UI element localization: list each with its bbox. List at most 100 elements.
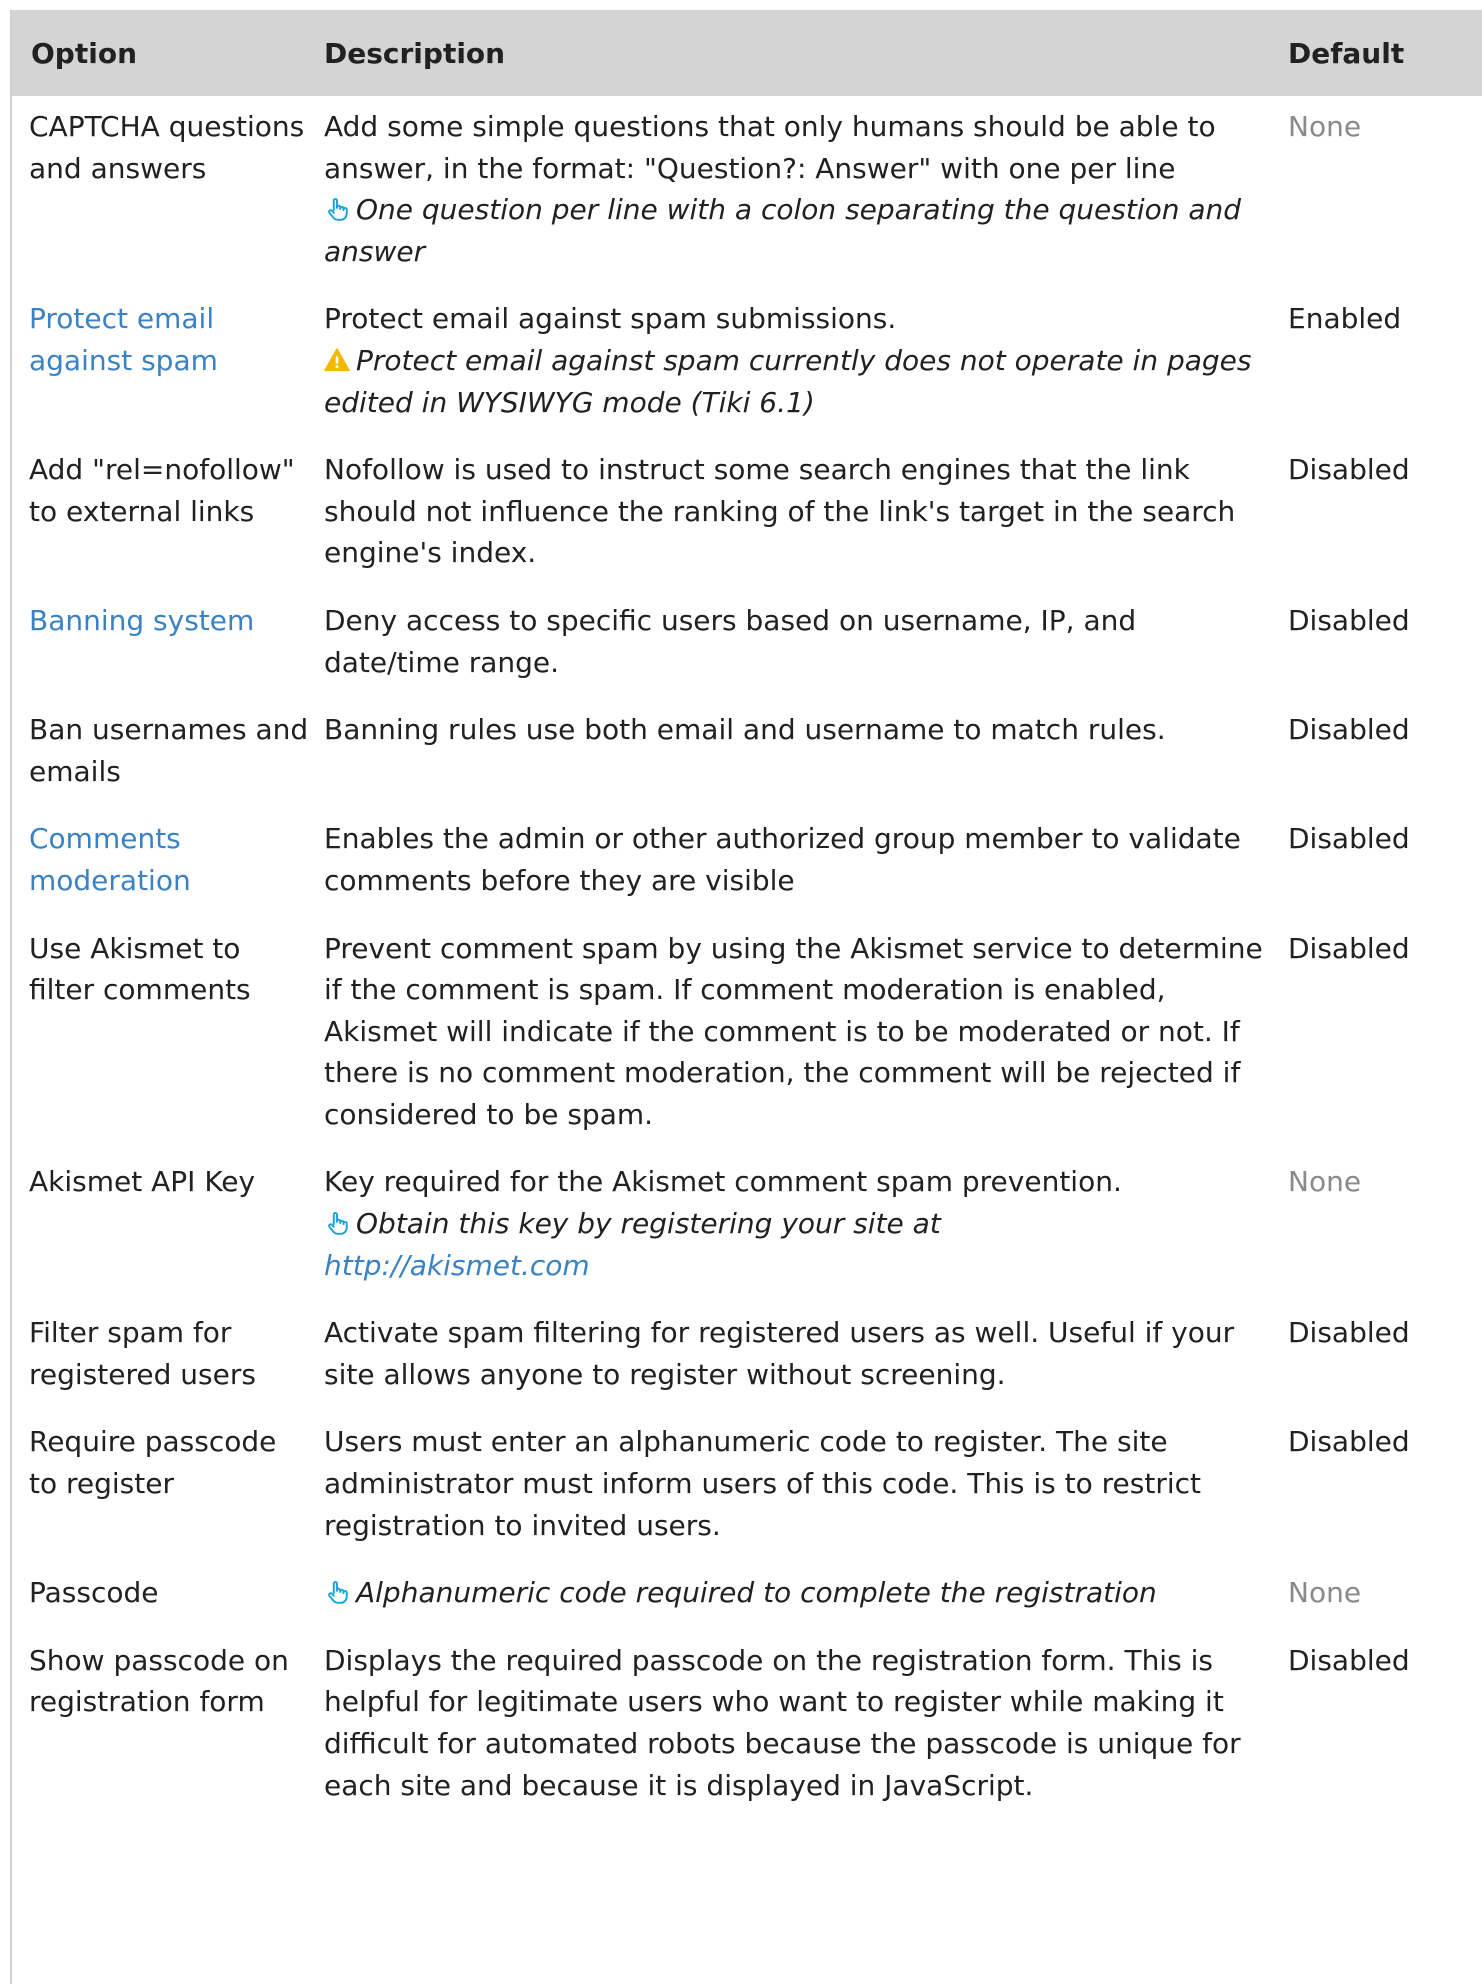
default-value: Enabled [1288, 302, 1402, 336]
option-cell: Require passcode to register [12, 1411, 321, 1562]
default-cell: Disabled [1281, 1302, 1482, 1411]
option-cell: Protect email against spam [12, 288, 321, 439]
preferences-table: Option Description Default CAPTCHA quest… [12, 10, 1482, 1822]
default-cell: None [1281, 1151, 1482, 1302]
default-cell: Enabled [1281, 288, 1482, 439]
option-cell: Use Akismet to filter comments [12, 918, 321, 1152]
description-text: Prevent comment spam by using the Akisme… [324, 931, 1263, 1131]
table-row: Akismet API Key Key required for the Akis… [12, 1151, 1482, 1302]
table-row: CAPTCHA questions and answers Add some si… [12, 96, 1482, 288]
description-cell: Deny access to specific users based on u… [321, 590, 1281, 699]
default-cell: Disabled [1281, 590, 1482, 699]
description-text: Activate spam filtering for registered u… [324, 1316, 1235, 1391]
option-label: Ban usernames and emails [29, 713, 309, 788]
option-label: Use Akismet to filter comments [29, 931, 251, 1007]
option-cell: Akismet API Key [12, 1151, 321, 1302]
description-text: Deny access to specific users based on u… [324, 603, 1137, 679]
description-text: Banning rules use both email and usernam… [324, 713, 1166, 747]
default-cell: Disabled [1281, 808, 1482, 917]
default-value: Disabled [1288, 1425, 1410, 1459]
note-text: One question per line with a colon separ… [324, 193, 1242, 268]
option-link[interactable]: Protect email against spam [29, 302, 218, 377]
table-row: Banning system Deny access to specific us… [12, 590, 1482, 699]
hand-pointer-icon [324, 196, 350, 222]
description-cell: Users must enter an alphanumeric code to… [321, 1411, 1281, 1562]
option-label: Akismet API Key [29, 1165, 256, 1199]
warning-icon [324, 347, 350, 373]
description-text: Add some simple questions that only huma… [324, 110, 1216, 185]
akismet-link[interactable]: http://akismet.com [324, 1249, 590, 1282]
default-cell: Disabled [1281, 918, 1482, 1152]
table-row: Require passcode to register Users must e… [12, 1411, 1482, 1562]
table-row: Ban usernames and emails Banning rules us… [12, 699, 1482, 808]
description-cell: Enables the admin or other authorized gr… [321, 808, 1281, 917]
option-cell: Passcode [12, 1562, 321, 1630]
option-cell: Comments moderation [12, 808, 321, 917]
default-value: Disabled [1288, 603, 1410, 637]
option-label: Add "rel=nofollow" to external links [29, 453, 295, 528]
description-cell: Activate spam filtering for registered u… [321, 1302, 1281, 1411]
default-value: Disabled [1288, 713, 1410, 747]
default-value: Disabled [1288, 1643, 1410, 1677]
description-note: Alphanumeric code required to complete t… [324, 1572, 1267, 1614]
default-cell: Disabled [1281, 1630, 1482, 1822]
description-cell: Banning rules use both email and usernam… [321, 699, 1281, 808]
table-row: Filter spam for registered users Activate… [12, 1302, 1482, 1411]
option-cell: Show passcode on registration form [12, 1630, 321, 1822]
default-value: Disabled [1288, 1316, 1410, 1350]
default-cell: None [1281, 96, 1482, 288]
table-row: Use Akismet to filter comments Prevent co… [12, 918, 1482, 1152]
default-cell: Disabled [1281, 699, 1482, 808]
description-text: Protect email against spam submissions. [324, 302, 897, 336]
default-cell: Disabled [1281, 439, 1482, 590]
default-value: None [1288, 1165, 1362, 1199]
option-cell: Filter spam for registered users [12, 1302, 321, 1411]
page: Option Description Default CAPTCHA quest… [0, 0, 1482, 1984]
description-cell: Prevent comment spam by using the Akisme… [321, 918, 1281, 1152]
table-body: CAPTCHA questions and answers Add some si… [12, 96, 1482, 1822]
hand-pointer-icon [324, 1210, 350, 1236]
description-note: Protect email against spam currently doe… [324, 340, 1267, 423]
table-header: Option Description Default [12, 10, 1482, 96]
hand-pointer-icon [324, 1579, 350, 1605]
default-value: Disabled [1288, 931, 1410, 965]
description-cell: Key required for the Akismet comment spa… [321, 1151, 1281, 1302]
description-cell: Nofollow is used to instruct some search… [321, 439, 1281, 590]
table-row: Add "rel=nofollow" to external links Nofo… [12, 439, 1482, 590]
table-row: Protect email against spam Protect email … [12, 288, 1482, 439]
description-cell: Protect email against spam submissions. P… [321, 288, 1281, 439]
column-header-description: Description [321, 10, 1281, 96]
default-value: Disabled [1288, 453, 1410, 487]
table-row: Passcode Alphanumeric code required to co… [12, 1562, 1482, 1630]
default-cell: None [1281, 1562, 1482, 1630]
option-cell: CAPTCHA questions and answers [12, 96, 321, 288]
table-header-row: Option Description Default [12, 10, 1482, 96]
option-cell: Add "rel=nofollow" to external links [12, 439, 321, 590]
description-text: Enables the admin or other authorized gr… [324, 822, 1241, 897]
option-label: Filter spam for registered users [29, 1316, 256, 1391]
default-cell: Disabled [1281, 1411, 1482, 1562]
description-text: Nofollow is used to instruct some search… [324, 453, 1236, 570]
option-label: Require passcode to register [29, 1425, 277, 1501]
option-cell: Ban usernames and emails [12, 699, 321, 808]
description-text: Key required for the Akismet comment spa… [324, 1165, 1122, 1199]
default-value: None [1288, 1576, 1362, 1610]
column-header-default: Default [1281, 10, 1482, 96]
column-header-option: Option [12, 10, 321, 96]
note-text: Alphanumeric code required to complete t… [356, 1576, 1157, 1610]
preferences-table-container: Option Description Default CAPTCHA quest… [10, 10, 1482, 1984]
option-label: Show passcode on registration form [29, 1643, 289, 1719]
description-text: Users must enter an alphanumeric code to… [324, 1425, 1201, 1542]
description-text: Displays the required passcode on the re… [324, 1643, 1241, 1802]
table-row: Show passcode on registration form Displa… [12, 1630, 1482, 1822]
default-value: None [1288, 110, 1362, 143]
option-cell: Banning system [12, 590, 321, 699]
table-row: Comments moderation Enables the admin or … [12, 808, 1482, 917]
option-label: Passcode [29, 1576, 159, 1610]
option-label: CAPTCHA questions and answers [29, 110, 305, 185]
description-note: One question per line with a colon separ… [324, 189, 1267, 272]
description-note: Obtain this key by registering your site… [324, 1203, 1267, 1286]
option-link[interactable]: Banning system [29, 604, 254, 637]
note-text: Protect email against spam currently doe… [324, 343, 1252, 419]
option-link[interactable]: Comments moderation [29, 822, 191, 897]
